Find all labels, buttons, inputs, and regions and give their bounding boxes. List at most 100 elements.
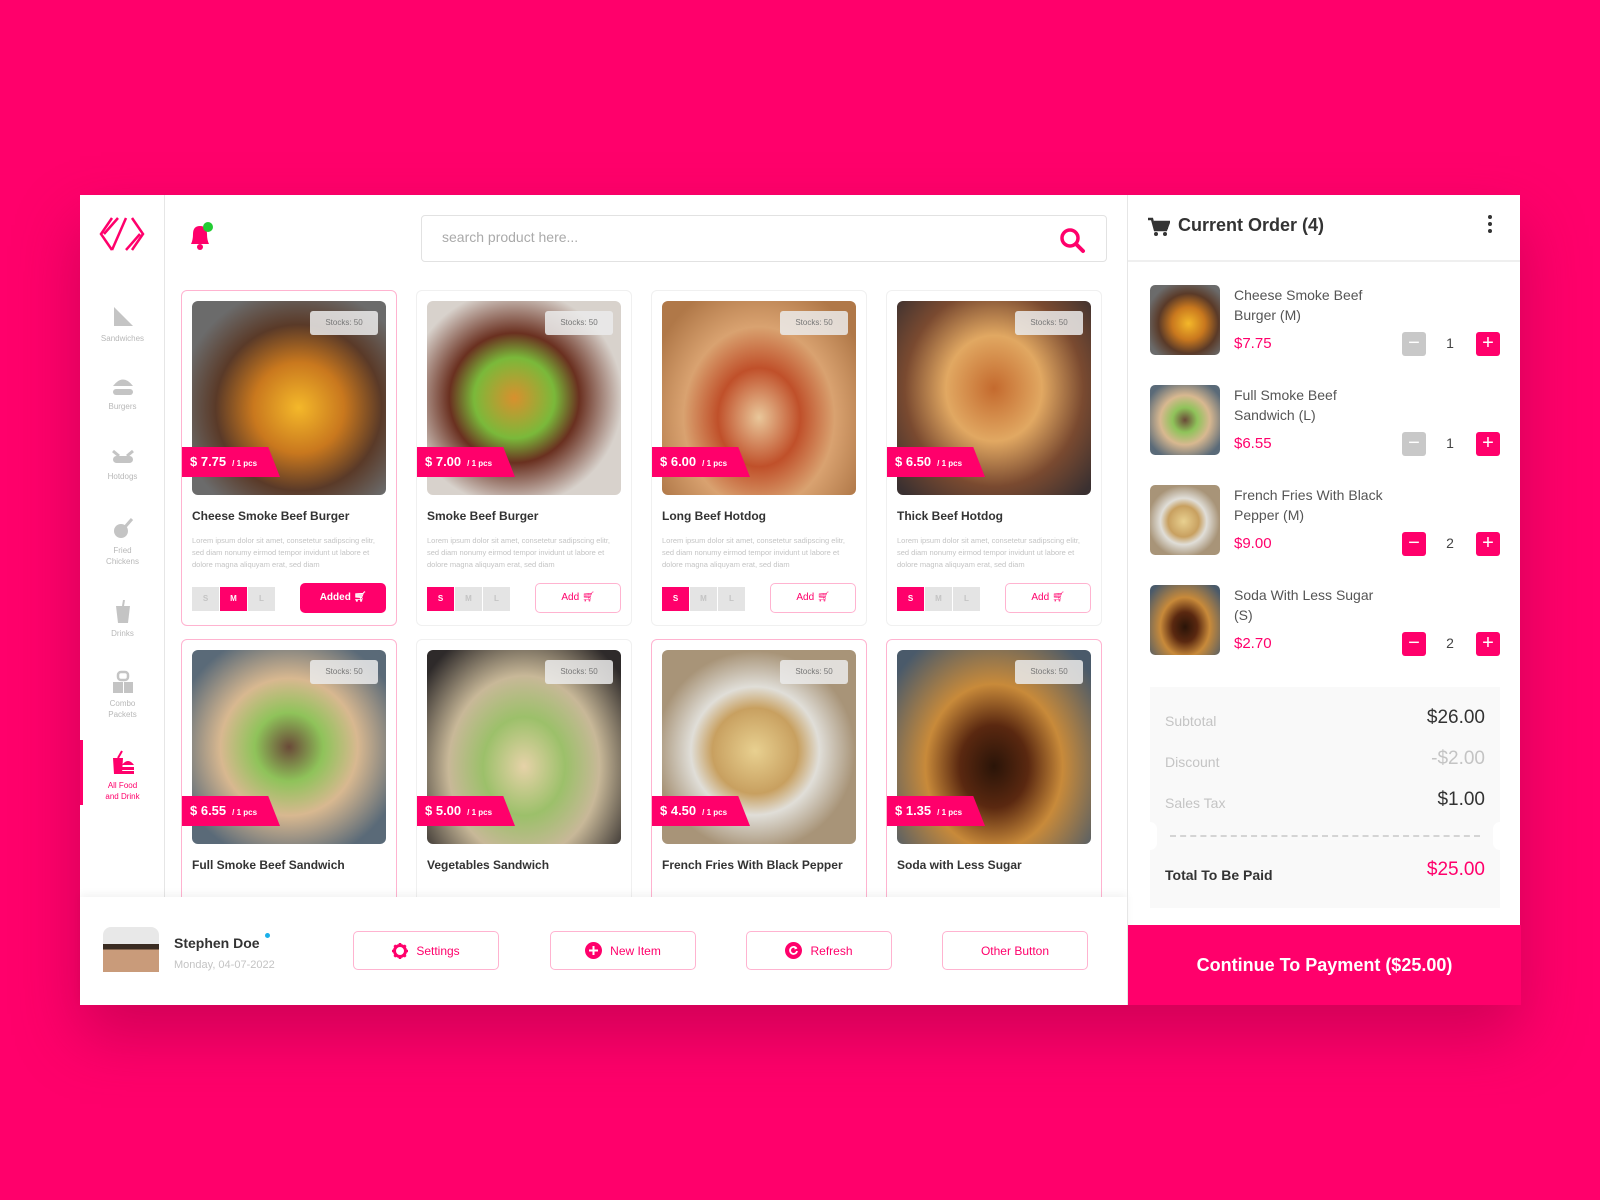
product-card[interactable]: Stocks: 50 $ 4.50/ 1 pcs French Fries Wi… <box>651 639 867 897</box>
cart-item-price: $2.70 <box>1234 635 1272 652</box>
search-input[interactable] <box>442 229 1022 245</box>
increase-quantity-button[interactable]: + <box>1476 632 1500 656</box>
sales-tax-row: Sales Tax $1.00 <box>1165 789 1485 811</box>
size-option-m[interactable]: M <box>455 587 482 611</box>
sidebar-item-sandwiches[interactable]: Sandwiches <box>80 305 165 344</box>
sidebar-item-drinks[interactable]: Drinks <box>80 600 165 639</box>
logo-icon <box>99 217 145 251</box>
stock-badge: Stocks: 50 <box>1015 660 1083 684</box>
size-selector: SML <box>192 587 276 611</box>
increase-quantity-button[interactable]: + <box>1476 532 1500 556</box>
add-to-cart-button[interactable]: Add 🛒︎ <box>770 583 856 613</box>
decrease-quantity-button[interactable]: − <box>1402 432 1426 456</box>
product-description: Lorem ipsum dolor sit amet, consetetur s… <box>897 536 1080 569</box>
cart-item-price: $9.00 <box>1234 535 1272 552</box>
sidebar-item-hotdogs[interactable]: Hotdogs <box>80 447 165 482</box>
size-option-l[interactable]: L <box>248 587 275 611</box>
cart-item: Full Smoke Beef Sandwich (L) $6.55 − 1 + <box>1150 385 1500 457</box>
add-to-cart-button[interactable]: Add 🛒︎ <box>1005 583 1091 613</box>
cart-item-name: Full Smoke Beef Sandwich (L) <box>1234 387 1337 423</box>
continue-to-payment-button[interactable]: Continue To Payment ($25.00) <box>1128 925 1521 1005</box>
product-card[interactable]: Stocks: 50 $ 6.50/ 1 pcs Thick Beef Hotd… <box>886 290 1102 626</box>
price-tag: $ 1.35/ 1 pcs <box>887 796 985 826</box>
increase-quantity-button[interactable]: + <box>1476 432 1500 456</box>
search-icon[interactable] <box>1058 226 1086 254</box>
cart-item: Cheese Smoke Beef Burger (M) $7.75 − 1 + <box>1150 285 1500 357</box>
size-selector: SML <box>897 587 981 611</box>
gear-icon <box>392 942 409 959</box>
divider-notch <box>1143 822 1157 850</box>
drink-icon <box>115 600 130 623</box>
stock-badge: Stocks: 50 <box>545 660 613 684</box>
product-card[interactable]: Stocks: 50 $ 6.00/ 1 pcs Long Beef Hotdo… <box>651 290 867 626</box>
notification-bell-icon[interactable] <box>185 220 217 252</box>
size-option-m[interactable]: M <box>690 587 717 611</box>
product-card[interactable]: Stocks: 50 $ 7.75/ 1 pcs Cheese Smoke Be… <box>181 290 397 626</box>
cart-item-thumbnail <box>1150 585 1220 655</box>
price-tag: $ 5.00/ 1 pcs <box>417 796 515 826</box>
cart-item: Soda With Less Sugar (S) $2.70 − 2 + <box>1150 585 1500 657</box>
product-card[interactable]: Stocks: 50 $ 1.35/ 1 pcs Soda with Less … <box>886 639 1102 897</box>
stock-badge: Stocks: 50 <box>1015 311 1083 335</box>
sidebar-item-burgers[interactable]: Burgers <box>80 375 165 412</box>
cart-icon: 🛒︎ <box>581 592 595 603</box>
sidebar-item-fried-chickens[interactable]: Fried Chickens <box>80 515 165 567</box>
size-option-s[interactable]: S <box>662 587 689 611</box>
subtotal-row: Subtotal $26.00 <box>1165 707 1485 729</box>
cart-item-thumbnail <box>1150 385 1220 455</box>
quantity-value: 1 <box>1446 335 1454 351</box>
more-options-icon[interactable] <box>1488 215 1492 236</box>
refresh-icon <box>785 942 803 959</box>
add-to-cart-button[interactable]: Added 🛒︎ <box>300 583 386 613</box>
cart-header: Current Order (4) <box>1128 195 1520 262</box>
sidebar: Sandwiches Burgers Hotdogs Fried Chicken… <box>80 195 165 897</box>
decrease-quantity-button[interactable]: − <box>1402 532 1426 556</box>
size-option-s[interactable]: S <box>192 587 219 611</box>
cart-title: Current Order (4) <box>1178 215 1325 235</box>
bottom-bar: Stephen Doe Monday, 04-07-2022 Settings … <box>80 897 1127 1005</box>
divider-notch <box>1493 822 1507 850</box>
decrease-quantity-button[interactable]: − <box>1402 632 1426 656</box>
sandwich-icon <box>113 307 133 326</box>
order-summary: Subtotal $26.00 Discount -$2.00 Sales Tax $… <box>1143 687 1507 908</box>
burger-icon <box>112 379 133 395</box>
settings-button[interactable]: Settings <box>353 931 499 970</box>
cart-item-name: Soda With Less Sugar (S) <box>1234 587 1374 623</box>
stock-badge: Stocks: 50 <box>780 311 848 335</box>
quantity-value: 2 <box>1446 635 1454 651</box>
size-selector: SML <box>662 587 746 611</box>
product-card[interactable]: Stocks: 50 $ 5.00/ 1 pcs Vegetables Sand… <box>416 639 632 897</box>
sidebar-item-all-food-and-drink[interactable]: All Food and Drink <box>80 740 165 805</box>
product-name: Thick Beef Hotdog <box>897 509 1004 523</box>
size-option-s[interactable]: S <box>897 587 924 611</box>
other-button[interactable]: Other Button <box>942 931 1088 970</box>
new-item-button[interactable]: New Item <box>550 931 696 970</box>
plus-circle-icon <box>585 942 603 959</box>
product-card[interactable]: Stocks: 50 $ 7.00/ 1 pcs Smoke Beef Burg… <box>416 290 632 626</box>
cart-icon: 🛒︎ <box>816 592 830 603</box>
size-option-m[interactable]: M <box>925 587 952 611</box>
quantity-value: 2 <box>1446 535 1454 551</box>
hotdog-icon <box>111 449 134 463</box>
size-option-l[interactable]: L <box>718 587 745 611</box>
cart-item-thumbnail <box>1150 485 1220 555</box>
avatar <box>103 927 159 983</box>
add-to-cart-button[interactable]: Add 🛒︎ <box>535 583 621 613</box>
product-description: Lorem ipsum dolor sit amet, consetetur s… <box>427 536 610 569</box>
price-tag: $ 6.50/ 1 pcs <box>887 447 985 477</box>
decrease-quantity-button[interactable]: − <box>1402 332 1426 356</box>
increase-quantity-button[interactable]: + <box>1476 332 1500 356</box>
size-option-l[interactable]: L <box>953 587 980 611</box>
size-option-s[interactable]: S <box>427 587 454 611</box>
refresh-button[interactable]: Refresh <box>746 931 892 970</box>
all-food-icon <box>112 750 134 774</box>
size-option-m[interactable]: M <box>220 587 247 611</box>
dashed-divider <box>1170 835 1480 837</box>
product-grid: Stocks: 50 $ 7.75/ 1 pcs Cheese Smoke Be… <box>166 275 1207 897</box>
stock-badge: Stocks: 50 <box>780 660 848 684</box>
sidebar-item-combo-packets[interactable]: Combo Packets <box>80 670 165 720</box>
price-tag: $ 6.55/ 1 pcs <box>182 796 280 826</box>
size-option-l[interactable]: L <box>483 587 510 611</box>
cart-item-price: $6.55 <box>1234 435 1272 452</box>
product-card[interactable]: Stocks: 50 $ 6.55/ 1 pcs Full Smoke Beef… <box>181 639 397 897</box>
